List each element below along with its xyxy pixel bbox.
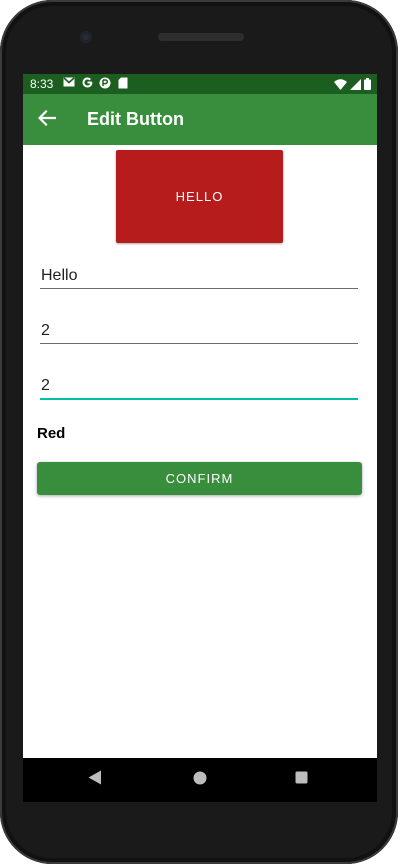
google-icon [81,77,93,89]
status-time: 8:33 [30,77,54,91]
front-camera-icon [80,31,92,43]
confirm-button[interactable]: CONFIRM [37,462,362,495]
phone-frame: 8:33 Edit Button HELLO Hello 2 2 Red CON… [0,0,398,864]
earpiece-speaker [158,33,244,41]
nav-home-button[interactable] [190,770,210,790]
status-system-icons [334,78,371,93]
nav-back-button[interactable] [85,770,105,790]
page-title: Edit Button [87,109,184,129]
arrow-left-icon [37,109,57,131]
third-number-field-underline [40,398,358,400]
recents-square-icon [295,771,308,789]
button-text-field-underline [40,288,358,289]
second-number-field[interactable] [40,318,359,344]
status-notification-icons [63,77,129,89]
screen: 8:33 Edit Button HELLO Hello 2 2 Red CON… [23,74,377,758]
navigation-bar [23,758,377,802]
wifi-icon [334,78,347,93]
status-bar: 8:33 [23,74,377,94]
gmail-icon [63,77,75,89]
button-text-field[interactable] [40,263,359,289]
second-number-field-underline [40,343,358,344]
app-bar: Edit Button [23,94,377,145]
cellular-signal-icon [350,78,361,93]
third-number-field[interactable] [40,373,359,399]
nav-recents-button[interactable] [291,770,311,790]
battery-icon [364,78,371,93]
preview-button[interactable]: HELLO [116,150,283,243]
sd-card-icon [117,77,129,89]
home-circle-icon [193,771,207,790]
back-triangle-icon [88,770,102,790]
back-button[interactable] [33,106,61,134]
color-name-label[interactable]: Red [37,425,65,442]
app-notification-icon [99,77,111,89]
